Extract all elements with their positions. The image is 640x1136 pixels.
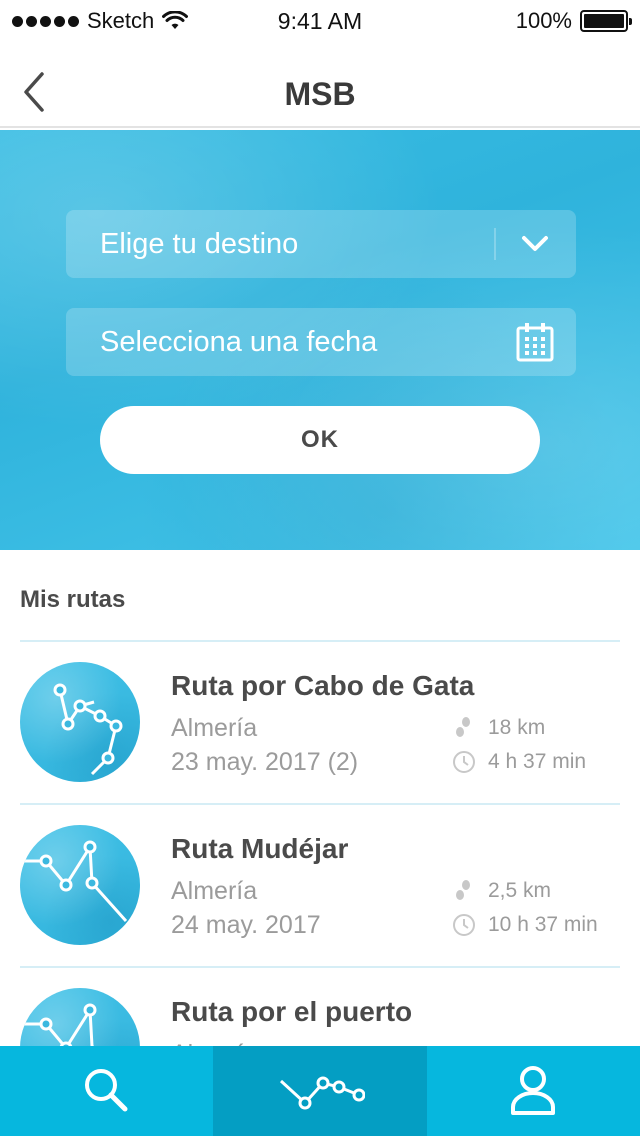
section-title: Mis rutas [20, 586, 126, 613]
clock-icon [453, 751, 475, 773]
route-duration-value: 10 h 37 min [488, 913, 598, 936]
date-picker-field[interactable]: Selecciona una fecha [66, 308, 576, 376]
list-item[interactable]: Ruta por Cabo de Gata Almería 23 may. 20… [20, 640, 620, 803]
route-title: Ruta por Cabo de Gata [171, 670, 475, 701]
chevron-down-icon [522, 236, 548, 251]
calendar-icon [516, 323, 554, 362]
route-distance: 18 km [452, 716, 545, 740]
profile-icon [511, 1066, 556, 1115]
route-duration: 10 h 37 min [452, 913, 598, 937]
page-title: MSB [284, 76, 356, 112]
date-placeholder: Selecciona una fecha [100, 326, 378, 358]
search-icon [84, 1069, 128, 1112]
route-duration: 4 h 37 min [452, 750, 586, 774]
route-title: Ruta por el puerto [171, 996, 413, 1027]
route-map-icon [53, 683, 123, 776]
footprints-icon [456, 880, 470, 900]
route-title: Ruta Mudéjar [171, 833, 349, 864]
route-date: 24 may. 2017 [171, 911, 321, 939]
list-item[interactable]: Ruta Mudéjar Almería 24 may. 2017 2,5 km… [20, 803, 620, 966]
route-icon [279, 1076, 365, 1110]
route-distance-value: 18 km [488, 716, 546, 739]
route-map-icon [24, 840, 128, 923]
battery-percent: 100% [515, 8, 572, 33]
route-distance-value: 2,5 km [488, 879, 552, 902]
ok-button[interactable]: OK [100, 406, 540, 474]
route-duration-value: 4 h 37 min [488, 750, 587, 773]
tab-search[interactable] [0, 1046, 213, 1136]
route-map-thumbnail [20, 662, 140, 782]
route-map-thumbnail [20, 825, 140, 945]
clock-icon [453, 914, 475, 936]
route-date: 23 may. 2017 (2) [171, 748, 359, 776]
search-hero: Elige tu destino Selecciona una fecha OK [0, 130, 640, 550]
tab-profile[interactable] [427, 1046, 640, 1136]
status-bar: Sketch 9:41 AM 100% [0, 0, 640, 40]
field-divider [494, 228, 496, 260]
route-place: Almería [171, 714, 258, 742]
route-place: Almería [171, 877, 258, 905]
tab-bar [0, 1046, 640, 1136]
destination-placeholder: Elige tu destino [100, 228, 299, 260]
status-right: 100% [515, 8, 632, 34]
battery-icon [580, 10, 632, 32]
footprints-icon [456, 717, 470, 737]
navigation-bar: MSB [0, 40, 640, 128]
route-distance: 2,5 km [452, 879, 551, 903]
tab-routes[interactable] [213, 1046, 427, 1136]
destination-select[interactable]: Elige tu destino [66, 210, 576, 278]
